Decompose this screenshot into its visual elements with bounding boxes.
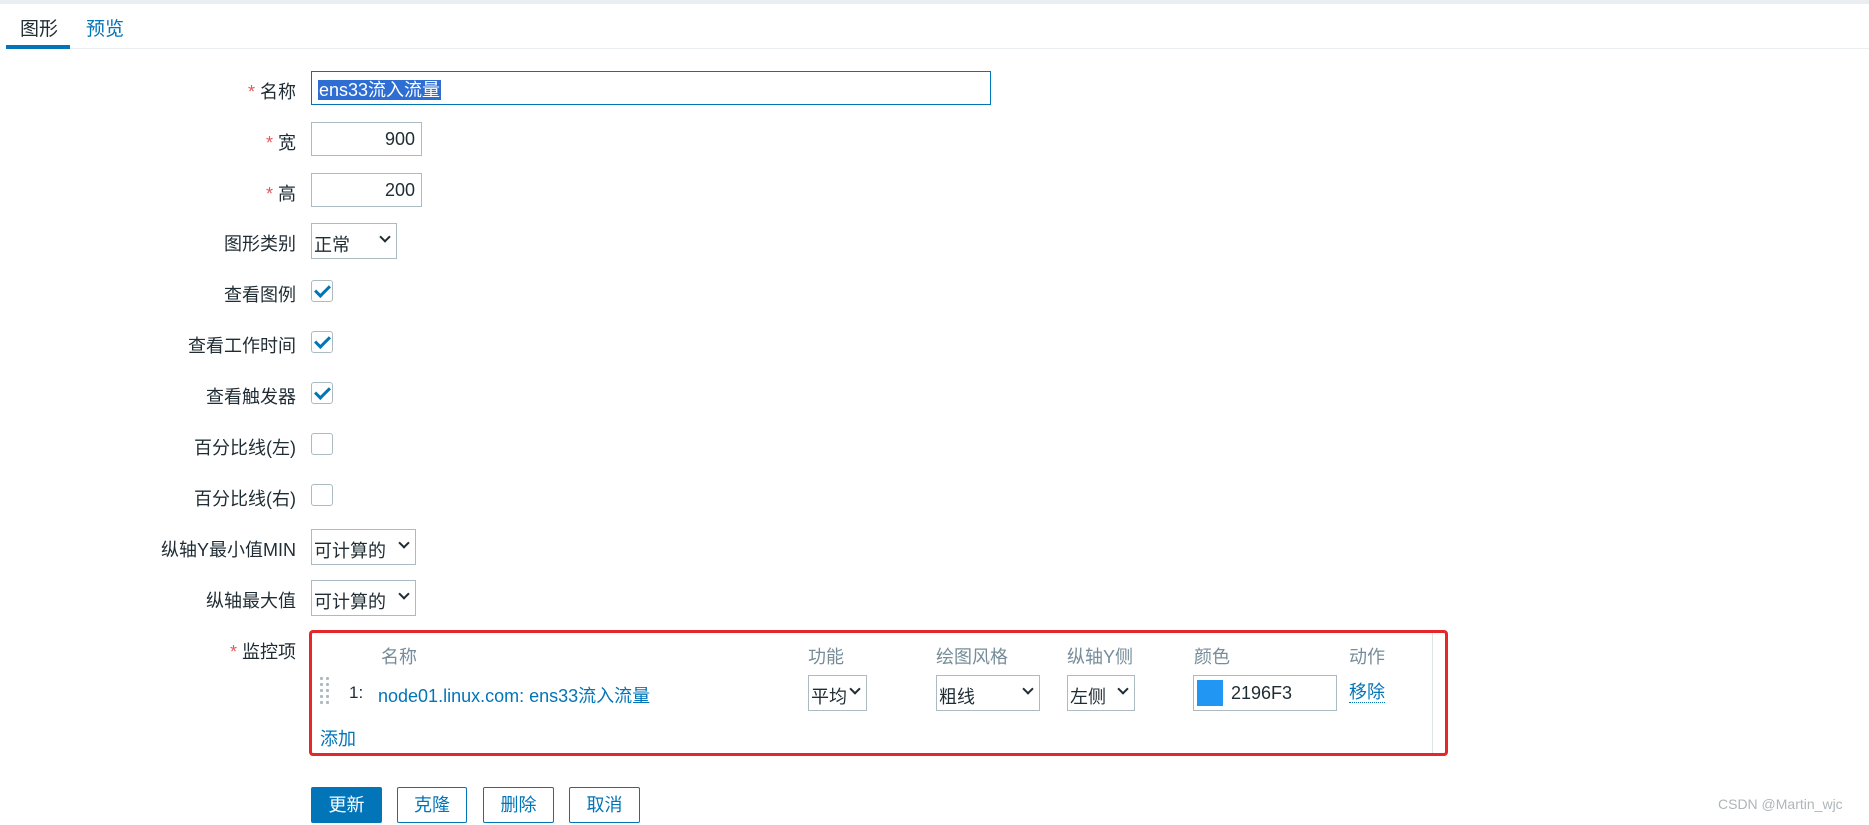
clone-button[interactable]: 克隆 bbox=[397, 787, 467, 823]
width-label: * 宽 bbox=[265, 133, 296, 153]
y-min-label: 纵轴Y最小值MIN bbox=[161, 540, 296, 560]
height-label: * 高 bbox=[265, 184, 296, 204]
show-triggers-row: 查看触发器 bbox=[0, 376, 1000, 412]
show-legend-checkbox[interactable] bbox=[311, 280, 333, 302]
item-index: 1: bbox=[349, 683, 364, 702]
show-working-time-checkbox[interactable] bbox=[311, 331, 333, 353]
chevron-down-icon bbox=[849, 683, 861, 695]
y-max-row: 纵轴最大值 可计算的 bbox=[0, 580, 1000, 616]
update-button[interactable]: 更新 bbox=[311, 787, 382, 823]
show-legend-row: 查看图例 bbox=[0, 274, 1000, 310]
header-name: 名称 bbox=[381, 647, 417, 667]
add-item-link[interactable]: 添加 bbox=[320, 725, 356, 751]
draw-style-select[interactable]: 粗线 bbox=[936, 675, 1040, 711]
show-working-time-label: 查看工作时间 bbox=[188, 336, 296, 356]
active-tab-indicator bbox=[6, 45, 70, 49]
y-min-row: 纵轴Y最小值MIN 可计算的 bbox=[0, 529, 1000, 565]
percentile-right-checkbox[interactable] bbox=[311, 484, 333, 506]
show-triggers-checkbox[interactable] bbox=[311, 382, 333, 404]
remove-link[interactable]: 移除 bbox=[1349, 682, 1385, 703]
show-triggers-label: 查看触发器 bbox=[206, 387, 296, 407]
tab-preview[interactable]: 预览 bbox=[86, 14, 124, 41]
header-color: 颜色 bbox=[1194, 647, 1230, 667]
graph-type-select[interactable]: 正常 bbox=[311, 223, 397, 259]
color-picker: 2196F3 bbox=[1193, 675, 1337, 711]
y-axis-side-select[interactable]: 左侧 bbox=[1067, 675, 1135, 711]
graph-type-row: 图形类别 正常 bbox=[0, 223, 1000, 259]
items-table: 名称 功能 绘图风格 纵轴Y侧 颜色 动作 1: node01.linux.co… bbox=[309, 630, 1448, 756]
header-action: 动作 bbox=[1349, 647, 1385, 667]
percentile-right-label: 百分比线(右) bbox=[194, 489, 296, 509]
cancel-button[interactable]: 取消 bbox=[569, 787, 640, 823]
chevron-down-icon bbox=[398, 537, 410, 549]
tab-bar: 图形 预览 bbox=[6, 4, 1869, 49]
y-max-label: 纵轴最大值 bbox=[206, 591, 296, 611]
percentile-left-row: 百分比线(左) bbox=[0, 427, 1000, 463]
percentile-left-label: 百分比线(左) bbox=[194, 438, 296, 458]
name-row: * 名称 ens33流入流量 bbox=[0, 71, 1000, 107]
color-swatch[interactable] bbox=[1197, 680, 1223, 706]
width-input[interactable]: 900 bbox=[311, 122, 422, 156]
drag-handle-icon[interactable] bbox=[320, 677, 332, 707]
graph-type-label: 图形类别 bbox=[224, 234, 296, 254]
watermark: CSDN @Martin_wjc bbox=[1718, 796, 1843, 812]
chevron-down-icon bbox=[1022, 683, 1034, 695]
item-name-link[interactable]: node01.linux.com: ens33流入流量 bbox=[378, 682, 650, 708]
width-row: * 宽 900 bbox=[0, 122, 1000, 158]
chevron-down-icon bbox=[1117, 683, 1129, 695]
name-label: * 名称 bbox=[247, 82, 296, 102]
height-row: * 高 200 bbox=[0, 173, 1000, 209]
percentile-left-checkbox[interactable] bbox=[311, 433, 333, 455]
delete-button[interactable]: 删除 bbox=[483, 787, 554, 823]
items-label: * 监控项 bbox=[229, 642, 296, 662]
header-y-axis-side: 纵轴Y侧 bbox=[1067, 647, 1134, 667]
header-function: 功能 bbox=[808, 647, 844, 667]
header-draw-style: 绘图风格 bbox=[936, 647, 1008, 667]
chevron-down-icon bbox=[398, 588, 410, 600]
name-input-value: ens33流入流量 bbox=[318, 80, 442, 100]
show-legend-label: 查看图例 bbox=[224, 285, 296, 305]
tab-graph[interactable]: 图形 bbox=[20, 14, 58, 41]
check-icon bbox=[314, 383, 331, 400]
chevron-down-icon bbox=[379, 231, 391, 243]
color-input[interactable]: 2196F3 bbox=[1231, 683, 1292, 704]
function-select[interactable]: 平均 bbox=[808, 675, 867, 711]
required-mark: * bbox=[247, 82, 255, 102]
show-working-time-row: 查看工作时间 bbox=[0, 325, 1000, 361]
y-max-select[interactable]: 可计算的 bbox=[311, 580, 416, 616]
check-icon bbox=[314, 281, 331, 298]
y-min-select[interactable]: 可计算的 bbox=[311, 529, 416, 565]
percentile-right-row: 百分比线(右) bbox=[0, 478, 1000, 514]
height-input[interactable]: 200 bbox=[311, 173, 422, 207]
name-input[interactable]: ens33流入流量 bbox=[311, 71, 991, 105]
check-icon bbox=[314, 332, 331, 349]
